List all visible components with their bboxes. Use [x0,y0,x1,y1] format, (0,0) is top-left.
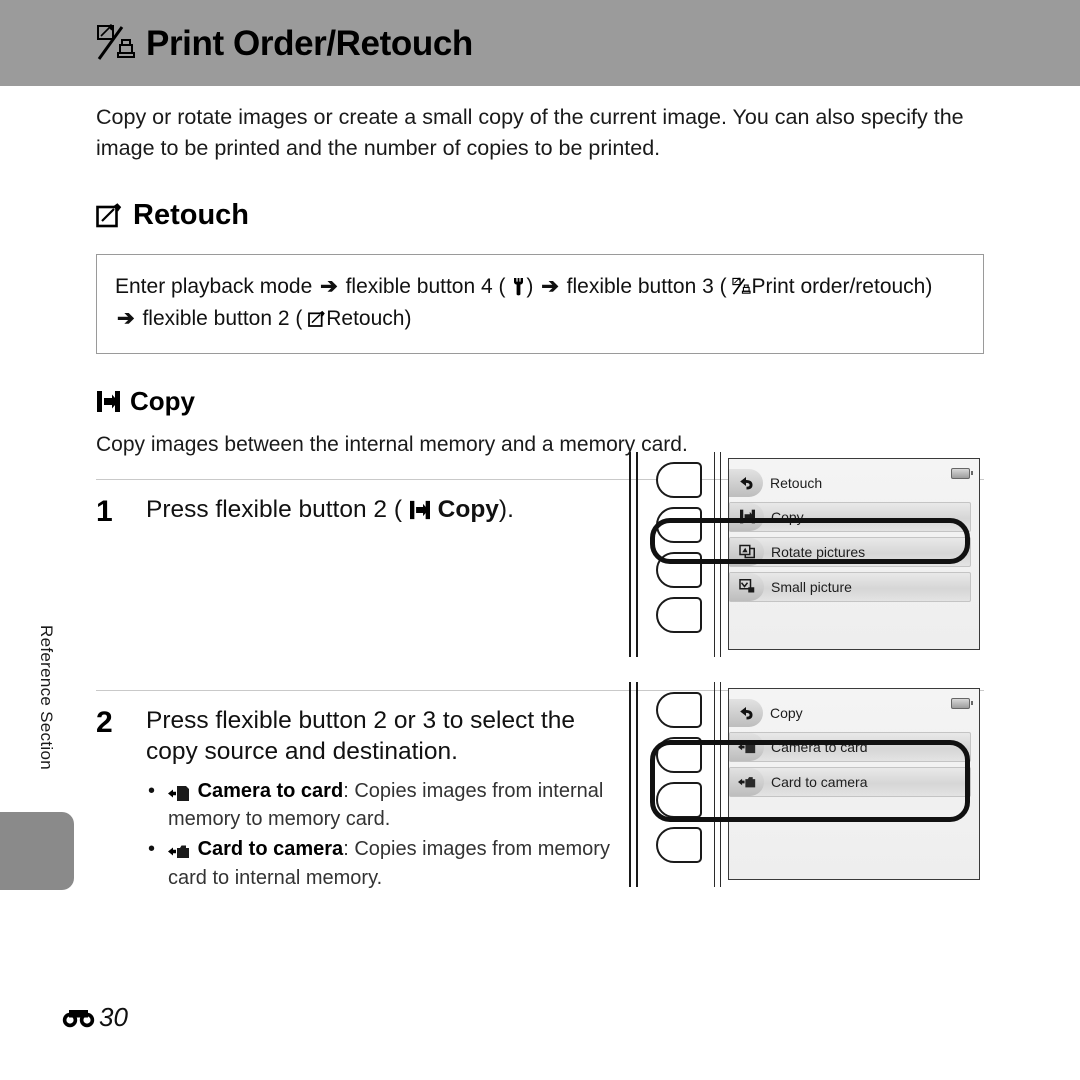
bullet-card-to-camera: Card to camera: Copies images from memor… [146,836,616,891]
menu-row-rotate-pictures[interactable]: Rotate pictures [729,537,971,567]
bullet-2-term: Card to camera [197,838,344,861]
print-order-retouch-icon-small [727,275,752,298]
step-2-title: Press flexible button 2 or 3 to select t… [146,706,575,766]
flexible-button-4[interactable] [656,597,702,633]
arrow-icon: ➔ [320,275,338,299]
rotate-pictures-icon [730,537,764,566]
flexible-button-4[interactable] [656,827,702,863]
reference-section-tab [0,812,74,890]
flexible-button-2[interactable] [656,507,702,543]
flexible-button-column-2 [656,692,712,872]
small-picture-icon [730,572,764,601]
copy-heading: Copy [96,386,984,417]
bullet-camera-to-card: Camera to card: Copies images from inter… [146,778,616,833]
path-text-4: flexible button 3 ( [566,275,727,299]
flexible-button-3[interactable] [656,782,702,818]
figure-copy-menu: Copy Camera to card Card to camera [624,682,984,887]
intro-paragraph: Copy or rotate images or create a small … [96,105,964,160]
setup-wrench-icon [506,275,527,298]
figure-retouch-menu: Retouch Copy Rotate pictures Small pictu… [624,452,984,657]
flexible-button-3[interactable] [656,552,702,588]
arrow-icon-2: ➔ [541,275,559,299]
bullet-2-sep: : [343,838,355,861]
menu-row-copy[interactable]: Copy [729,502,971,532]
flexible-button-column-1 [656,462,712,642]
arrow-icon-3: ➔ [117,306,135,330]
back-arrow-icon [729,469,763,497]
step-2-number: 2 [96,705,113,739]
menu-path-line-2: ➔ flexible button 2 ( Retouch) [115,303,965,335]
menu-path-box: Enter playback mode ➔ flexible button 4 … [96,254,984,354]
path-text-7: Retouch) [326,306,412,330]
header-inner: Print Order/Retouch [96,23,473,63]
flexible-button-1[interactable] [656,462,702,498]
menu-row-label-camera-to-card: Camera to card [771,739,868,755]
flexible-button-2[interactable] [656,737,702,773]
menu-header-label-1: Retouch [770,475,823,491]
camera-body-edge [628,452,642,657]
card-to-camera-icon [168,840,196,862]
menu-row-card-to-camera[interactable]: Card to camera [729,767,971,797]
menu-row-label-card-to-camera: Card to camera [771,774,868,790]
reference-section-marker-icon [62,1007,96,1029]
menu-row-label-copy: Copy [771,509,804,525]
step-2-bullet-list: Camera to card: Copies images from inter… [146,778,616,892]
menu-row-label-small-picture: Small picture [771,579,852,595]
print-order-retouch-icon [96,23,136,63]
page-header-bar: Print Order/Retouch [0,0,1080,86]
path-text-6: flexible button 2 ( [142,306,303,330]
card-to-camera-icon [730,767,764,796]
battery-icon [951,468,973,479]
screen-bezel-2 [714,682,726,887]
camera-body-edge-2 [628,682,642,887]
copy-icon-inline [402,496,431,523]
step-2-body: Press flexible button 2 or 3 to select t… [146,705,616,905]
copy-heading-label: Copy [130,385,195,416]
menu-path-line-1: Enter playback mode ➔ flexible button 4 … [115,271,965,303]
step-1-text-c: ). [498,495,514,523]
battery-icon [951,698,973,709]
path-text-1: Enter playback mode [115,275,313,299]
reference-section-side-label: Reference Section [37,625,56,770]
retouch-pen-icon [96,202,123,229]
lcd-screen-retouch-menu: Retouch Copy Rotate pictures Small pictu… [728,458,980,650]
step-1-body: Press flexible button 2 ( Copy). [146,494,616,690]
path-text-3: ) [526,275,534,299]
page-number: 30 [99,1002,128,1032]
bullet-1-term: Camera to card [197,779,344,802]
step-1-number: 1 [96,494,113,528]
retouch-heading: Retouch [96,199,984,232]
step-1-text-a: Press flexible button 2 ( [146,495,403,523]
menu-header-retouch: Retouch [729,468,971,498]
retouch-pen-icon-small [302,307,326,330]
copy-icon [730,502,764,531]
screen-bezel [714,452,726,657]
step-1-title: Press flexible button 2 ( Copy). [146,494,616,525]
back-arrow-icon [729,699,763,727]
path-text-2: flexible button 4 ( [345,275,506,299]
camera-to-card-icon [730,732,764,761]
menu-row-small-picture[interactable]: Small picture [729,572,971,602]
step-1-text-b: Copy [437,495,499,523]
page-folio: 30 [62,1002,128,1033]
camera-to-card-icon [168,782,196,804]
menu-header-copy: Copy [729,698,971,728]
menu-row-camera-to-card[interactable]: Camera to card [729,732,971,762]
page-title: Print Order/Retouch [146,23,473,63]
retouch-heading-label: Retouch [133,199,249,232]
lcd-screen-copy-menu: Copy Camera to card Card to camera [728,688,980,880]
menu-row-label-rotate: Rotate pictures [771,544,866,560]
copy-icon [96,390,121,413]
path-text-5: Print order/retouch) [751,275,933,299]
menu-header-label-2: Copy [770,705,803,721]
flexible-button-1[interactable] [656,692,702,728]
bullet-1-sep: : [343,779,355,802]
